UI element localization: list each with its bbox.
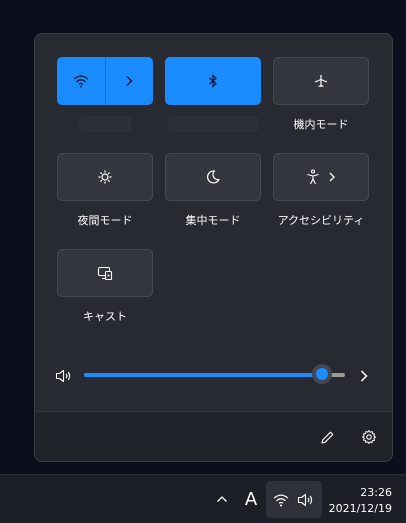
brightness-icon (98, 170, 112, 184)
focus-tile[interactable] (165, 153, 261, 201)
mute-button[interactable] (53, 367, 75, 385)
wifi-label-placeholder (79, 116, 131, 132)
night-light-tile[interactable] (57, 153, 153, 201)
edit-quick-settings-button[interactable] (315, 425, 339, 449)
chevron-up-icon (217, 496, 227, 502)
clock-date: 2021/12/19 (328, 502, 392, 515)
airplane-mode-tile[interactable] (273, 57, 369, 105)
gear-icon (362, 430, 376, 444)
network-volume-tray-button[interactable] (266, 481, 322, 518)
bluetooth-icon (209, 74, 217, 88)
airplane-icon (314, 75, 328, 88)
speaker-icon (297, 493, 313, 506)
tile-label-cast: キャスト (83, 310, 127, 323)
wifi-icon (73, 75, 89, 88)
taskbar: A 23:26 2021/12/19 (0, 474, 406, 523)
moon-icon (207, 170, 220, 184)
volume-slider-fill (84, 373, 322, 377)
clock-time: 23:26 (360, 486, 392, 499)
panel-footer (35, 411, 392, 461)
chevron-right-icon (126, 76, 133, 86)
pencil-icon (320, 431, 333, 444)
volume-output-button[interactable] (353, 366, 375, 386)
accessibility-tile[interactable] (273, 153, 369, 201)
wifi-toggle[interactable] (58, 58, 105, 104)
accessibility-icon (307, 169, 319, 185)
wifi-tile[interactable] (57, 57, 153, 105)
bluetooth-label-placeholder (168, 116, 258, 132)
settings-button[interactable] (357, 425, 381, 449)
quick-settings-panel: 機内モード 夜間モード 集中モード アクセシビリティ キャスト (34, 33, 393, 462)
taskbar-clock[interactable]: 23:26 2021/12/19 (329, 485, 392, 517)
tile-label-focus: 集中モード (185, 214, 241, 227)
chevron-right-icon (329, 172, 335, 182)
cast-tile[interactable] (57, 249, 153, 297)
tile-label-night-light: 夜間モード (77, 214, 133, 227)
ime-indicator[interactable]: A (238, 485, 264, 513)
chevron-right-icon (360, 370, 368, 382)
volume-slider-thumb[interactable] (311, 364, 332, 384)
wifi-networks-button[interactable] (106, 58, 153, 104)
show-hidden-icons-button[interactable] (210, 487, 234, 511)
cast-icon (97, 266, 113, 281)
volume-slider[interactable] (84, 364, 345, 384)
tile-label-airplane: 機内モード (293, 118, 349, 131)
wifi-icon (273, 494, 289, 506)
speaker-icon (55, 369, 71, 383)
tile-label-accessibility: アクセシビリティ (277, 214, 365, 227)
bluetooth-tile[interactable] (165, 57, 261, 105)
